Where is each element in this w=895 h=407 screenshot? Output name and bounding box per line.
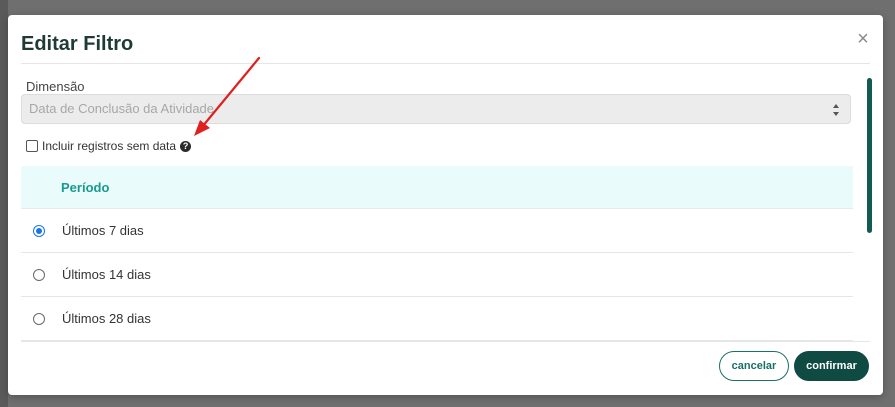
period-radio[interactable] <box>33 268 45 281</box>
modal-scrollbar[interactable] <box>867 78 872 233</box>
period-option-label: Últimos 7 dias <box>62 223 144 238</box>
include-without-date-label[interactable]: Incluir registros sem data <box>42 139 176 153</box>
modal-title: Editar Filtro <box>21 33 134 55</box>
include-without-date-row: Incluir registros sem data ? <box>26 138 192 154</box>
question-circle-icon[interactable]: ? <box>180 140 192 152</box>
confirm-button[interactable]: confirmar <box>794 351 869 381</box>
footer-divider <box>21 341 870 342</box>
dimension-select[interactable]: Data de Conclusão da Atividade <box>21 94 851 124</box>
period-option-label: Últimos 28 dias <box>62 311 151 326</box>
period-option-row[interactable]: Últimos 28 dias <box>21 297 853 341</box>
include-without-date-checkbox[interactable] <box>26 140 38 152</box>
period-column-header: Período <box>61 179 110 195</box>
period-option-row[interactable]: Últimos 14 dias <box>21 253 853 297</box>
chevron-updown-icon <box>833 104 839 116</box>
period-radio-selected[interactable] <box>33 224 45 237</box>
period-radio[interactable] <box>33 312 45 325</box>
page-backdrop <box>0 0 8 407</box>
close-icon[interactable]: × <box>853 29 873 49</box>
period-option-label: Últimos 14 dias <box>62 267 151 282</box>
edit-filter-modal: Editar Filtro × Dimensão Data de Conclus… <box>8 15 883 395</box>
header-divider <box>21 63 870 64</box>
period-table-header: Período <box>21 166 853 209</box>
dimension-label: Dimensão <box>26 79 85 94</box>
period-option-row[interactable]: Últimos 7 dias <box>21 209 853 253</box>
period-table: Período Últimos 7 dias Últimos 14 dias Ú… <box>21 166 853 341</box>
cancel-button[interactable]: cancelar <box>719 351 789 381</box>
dimension-selected-value: Data de Conclusão da Atividade <box>29 101 215 116</box>
